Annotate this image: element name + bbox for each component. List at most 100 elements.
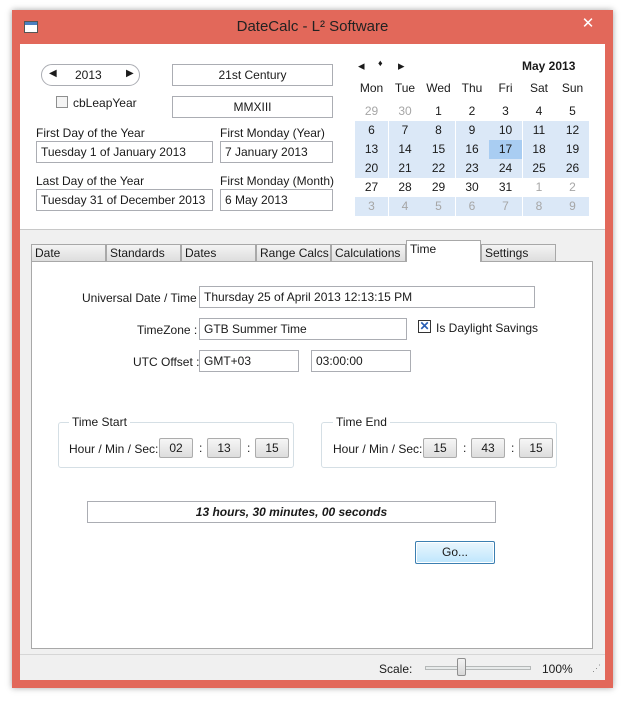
- calendar-day[interactable]: 16: [455, 140, 489, 159]
- calendar-day[interactable]: 4: [523, 102, 556, 121]
- calendar-day[interactable]: 1: [422, 102, 455, 121]
- calendar-day[interactable]: 9: [455, 121, 489, 140]
- end-second-field[interactable]: 15: [519, 438, 553, 458]
- tab-calculations[interactable]: Calculations: [331, 244, 406, 262]
- calendar-day[interactable]: 27: [355, 178, 388, 197]
- scale-slider-thumb[interactable]: [457, 658, 467, 676]
- year-prev-icon[interactable]: ◀: [49, 68, 57, 79]
- calendar-day[interactable]: 29: [355, 102, 388, 121]
- calendar-day[interactable]: 20: [355, 159, 388, 178]
- status-bar: Scale: 100% ⋰: [20, 654, 605, 680]
- calendar-day[interactable]: 30: [456, 178, 489, 197]
- start-hms-label: Hour / Min / Sec:: [69, 442, 159, 456]
- tab-strip: Date Standards Dates Range Calcs Calcula…: [20, 240, 605, 262]
- tab-range-calcs[interactable]: Range Calcs: [256, 244, 331, 262]
- calendar-day[interactable]: 3: [355, 197, 388, 216]
- start-colon-1: :: [199, 441, 203, 455]
- calendar-day[interactable]: 19: [556, 140, 589, 159]
- tab-standards[interactable]: Standards: [106, 244, 181, 262]
- tab-time[interactable]: Time: [406, 240, 481, 262]
- end-hour-field[interactable]: 15: [423, 438, 457, 458]
- start-second-field[interactable]: 15: [255, 438, 289, 458]
- end-colon-2: :: [511, 441, 515, 455]
- calendar-day[interactable]: 11: [522, 121, 556, 140]
- first-monday-month-field[interactable]: 6 May 2013: [220, 189, 333, 211]
- calendar-day[interactable]: 14: [388, 140, 422, 159]
- utc-label: UTC Offset :: [133, 355, 200, 369]
- calendar-day[interactable]: 3: [489, 102, 522, 121]
- calendar-day[interactable]: 23: [455, 159, 489, 178]
- tab-dates[interactable]: Dates: [181, 244, 256, 262]
- cal-next-icon[interactable]: ▸: [398, 58, 405, 74]
- title-bar: DateCalc - L² Software ✕: [12, 10, 613, 44]
- tab-date[interactable]: Date: [31, 244, 106, 262]
- year-next-icon[interactable]: ▶: [126, 68, 134, 79]
- calendar-day[interactable]: 5: [556, 102, 589, 121]
- calendar-day[interactable]: 8: [522, 197, 556, 216]
- time-end-title: Time End: [333, 415, 390, 429]
- close-button[interactable]: ✕: [570, 14, 606, 34]
- cal-today-icon[interactable]: ♦: [378, 58, 383, 68]
- result-display: 13 hours, 30 minutes, 00 seconds: [87, 501, 496, 523]
- first-monday-year-label: First Monday (Year): [220, 126, 325, 140]
- calendar-day[interactable]: 21: [388, 159, 422, 178]
- leap-year-label: cbLeapYear: [73, 96, 137, 110]
- calendar-day[interactable]: 7: [388, 121, 422, 140]
- calendar-day-header: Tue: [394, 81, 416, 95]
- tab-settings[interactable]: Settings: [481, 244, 556, 262]
- last-day-label: Last Day of the Year: [36, 174, 145, 188]
- top-panel: ◀ 2013 ▶ cbLeapYear 21st Century MMXIII …: [20, 44, 605, 230]
- calendar-day[interactable]: 28: [389, 178, 422, 197]
- go-button[interactable]: Go...: [415, 541, 495, 564]
- calendar-day[interactable]: 18: [522, 140, 556, 159]
- utc-field-2[interactable]: 03:00:00: [311, 350, 411, 372]
- calendar-day-header: Fri: [498, 81, 513, 95]
- daylight-label: Is Daylight Savings: [436, 321, 539, 335]
- leap-year-checkbox[interactable]: [56, 96, 68, 108]
- first-monday-year-field[interactable]: 7 January 2013: [220, 141, 333, 163]
- first-monday-month-label: First Monday (Month): [220, 174, 335, 188]
- calendar-day[interactable]: 31: [489, 178, 522, 197]
- calendar-day[interactable]: 2: [456, 102, 489, 121]
- calendar-day[interactable]: 24: [489, 159, 522, 178]
- first-day-field[interactable]: Tuesday 1 of January 2013: [36, 141, 213, 163]
- last-day-field[interactable]: Tuesday 31 of December 2013: [36, 189, 213, 211]
- timezone-field[interactable]: GTB Summer Time: [199, 318, 407, 340]
- calendar-day[interactable]: 12: [556, 121, 589, 140]
- utc-field-1[interactable]: GMT+03: [199, 350, 299, 372]
- universal-field[interactable]: Thursday 25 of April 2013 12:13:15 PM: [199, 286, 535, 308]
- calendar-day[interactable]: 10: [489, 121, 522, 140]
- start-hour-field[interactable]: 02: [159, 438, 193, 458]
- calendar-day[interactable]: 26: [556, 159, 589, 178]
- calendar-day[interactable]: 6: [355, 121, 388, 140]
- cal-prev-icon[interactable]: ◂: [358, 58, 365, 74]
- calendar-day[interactable]: 17: [489, 140, 522, 159]
- calendar-day[interactable]: 13: [355, 140, 388, 159]
- calendar-day[interactable]: 30: [389, 102, 422, 121]
- calendar-day[interactable]: 22: [422, 159, 455, 178]
- calendar-day[interactable]: 29: [422, 178, 455, 197]
- first-day-label: First Day of the Year: [36, 126, 145, 140]
- calendar-day[interactable]: 2: [556, 178, 589, 197]
- universal-label: Universal Date / Time :: [82, 291, 204, 305]
- roman-field: MMXIII: [172, 96, 333, 118]
- calendar-day[interactable]: 5: [422, 197, 455, 216]
- calendar-day[interactable]: 4: [388, 197, 422, 216]
- year-spinner[interactable]: ◀ 2013 ▶: [41, 64, 140, 86]
- scale-slider-track[interactable]: [425, 666, 531, 670]
- calendar-day[interactable]: 1: [523, 178, 556, 197]
- close-icon: ✕: [581, 15, 595, 32]
- start-minute-field[interactable]: 13: [207, 438, 241, 458]
- daylight-checkbox[interactable]: ✕: [418, 320, 431, 333]
- calendar-day[interactable]: 7: [489, 197, 522, 216]
- calendar-day[interactable]: 6: [455, 197, 489, 216]
- calendar-day[interactable]: 15: [422, 140, 455, 159]
- resize-grip-icon[interactable]: ⋰: [592, 663, 601, 674]
- calendar-day[interactable]: 9: [556, 197, 589, 216]
- end-minute-field[interactable]: 43: [471, 438, 505, 458]
- end-colon-1: :: [463, 441, 467, 455]
- app-window: DateCalc - L² Software ✕ ◀ 2013 ▶ cbLeap…: [12, 10, 613, 688]
- time-tab-panel: Universal Date / Time : Thursday 25 of A…: [31, 261, 593, 649]
- calendar-day[interactable]: 8: [422, 121, 455, 140]
- calendar-day[interactable]: 25: [522, 159, 556, 178]
